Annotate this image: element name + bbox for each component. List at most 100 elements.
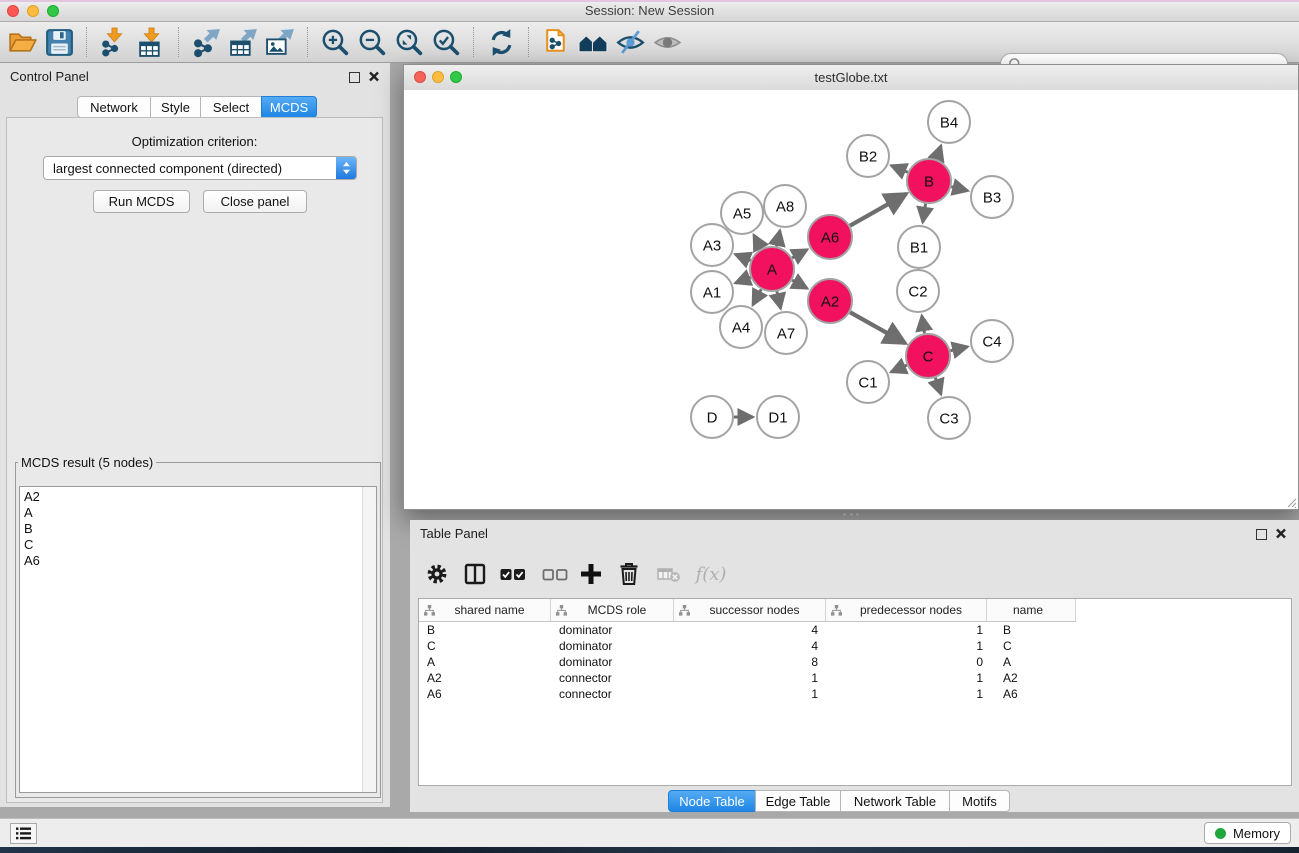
graph-node-A3[interactable]: A3: [691, 224, 733, 266]
graph-edge-B-B1[interactable]: [923, 204, 926, 223]
graph-node-B2[interactable]: B2: [847, 135, 889, 177]
select-all-checks-icon[interactable]: [498, 559, 528, 589]
graph-node-A7[interactable]: A7: [765, 312, 807, 354]
graph-edge-A6-B[interactable]: [850, 194, 906, 226]
graph-edge-B-B2[interactable]: [891, 165, 908, 172]
graph-edge-A-A4[interactable]: [753, 289, 761, 305]
graph-node-C[interactable]: C: [906, 334, 950, 378]
column-header-predecessor-nodes[interactable]: predecessor nodes: [826, 599, 987, 621]
graph-node-A2[interactable]: A2: [808, 279, 852, 323]
graph-edge-C-C4[interactable]: [950, 347, 967, 351]
list-scrollbar[interactable]: [362, 487, 376, 792]
table-row[interactable]: A6connector11A6: [419, 686, 1291, 702]
zoom-in-icon[interactable]: [319, 25, 352, 59]
table-row[interactable]: A2connector11A2: [419, 670, 1291, 686]
network-canvas[interactable]: B4 B2 B B3 A5A8A6 B1 A3 A C2 A1 A2 A4A7 C4 C C1 C3 D D1: [404, 90, 1298, 509]
table-row[interactable]: Cdominator41C: [419, 638, 1291, 654]
task-history-button[interactable]: [10, 823, 37, 844]
graph-edge-A-A1[interactable]: [735, 277, 750, 283]
graph-edge-C-C1[interactable]: [891, 365, 907, 372]
close-table-panel-icon[interactable]: [1275, 527, 1287, 540]
graph-node-B1[interactable]: B1: [898, 226, 940, 268]
graph-node-A[interactable]: A: [750, 247, 794, 291]
graph-edge-A2-C[interactable]: [850, 312, 905, 343]
graph-node-C1[interactable]: C1: [847, 361, 889, 403]
tab-node-table[interactable]: Node Table: [668, 790, 756, 812]
graph-edge-A-A3[interactable]: [735, 254, 750, 260]
import-table-icon[interactable]: [135, 25, 168, 59]
tab-style[interactable]: Style: [150, 96, 201, 118]
table-row[interactable]: Bdominator41B: [419, 622, 1291, 638]
network-graph[interactable]: B4 B2 B B3 A5A8A6 B1 A3 A C2 A1 A2 A4A7 C4 C C1 C3 D D1: [404, 90, 1298, 509]
add-plus-icon[interactable]: [576, 559, 606, 589]
run-mcds-button[interactable]: Run MCDS: [93, 190, 190, 213]
toolbar-separator: [473, 27, 475, 57]
mcds-result-list[interactable]: A2ABCA6: [19, 486, 377, 793]
tab-motifs[interactable]: Motifs: [949, 790, 1010, 812]
splitter-handle[interactable]: [843, 513, 859, 517]
zoom-out-icon[interactable]: [356, 25, 389, 59]
graph-edge-A-A5[interactable]: [754, 235, 761, 249]
trash-icon[interactable]: [614, 559, 644, 589]
float-panel-icon[interactable]: [349, 72, 360, 83]
graph-node-A1[interactable]: A1: [691, 271, 733, 313]
column-header-MCDS-role[interactable]: MCDS role: [551, 599, 674, 621]
float-table-panel-icon[interactable]: [1256, 529, 1267, 540]
zoom-fit-icon[interactable]: [393, 25, 426, 59]
save-floppy-icon[interactable]: [43, 25, 76, 59]
export-table-icon[interactable]: [227, 25, 260, 59]
optimization-dropdown[interactable]: largest connected component (directed): [43, 156, 357, 180]
graph-node-B3[interactable]: B3: [971, 176, 1013, 218]
graph-edge-C-C3[interactable]: [935, 378, 941, 395]
mcds-result-item[interactable]: C: [20, 537, 362, 553]
export-image-icon[interactable]: [264, 25, 297, 59]
column-header-name[interactable]: name: [987, 599, 1076, 621]
graph-edge-A-A6[interactable]: [792, 250, 807, 258]
tab-network-table[interactable]: Network Table: [840, 790, 950, 812]
tab-edge-table[interactable]: Edge Table: [755, 790, 841, 812]
open-folder-icon[interactable]: [6, 25, 39, 59]
memory-button[interactable]: Memory: [1204, 822, 1291, 844]
column-header-shared-name[interactable]: shared name: [419, 599, 551, 621]
graph-edge-C-C2[interactable]: [922, 316, 925, 334]
refresh-icon[interactable]: [485, 25, 518, 59]
mcds-result-item[interactable]: A6: [20, 553, 362, 569]
mcds-result-item[interactable]: A2: [20, 489, 362, 505]
close-panel-icon[interactable]: [368, 70, 380, 83]
gear-icon[interactable]: [422, 559, 452, 589]
eye-icon[interactable]: [651, 25, 684, 59]
close-panel-button[interactable]: Close panel: [203, 190, 307, 213]
import-network-icon[interactable]: [98, 25, 131, 59]
graph-edge-A-A8[interactable]: [777, 230, 780, 246]
mcds-result-item[interactable]: B: [20, 521, 362, 537]
graph-edge-B-B4[interactable]: [936, 146, 941, 160]
graph-node-C3[interactable]: C3: [928, 397, 970, 439]
tab-network[interactable]: Network: [77, 96, 151, 118]
graph-node-C4[interactable]: C4: [971, 320, 1013, 362]
graph-node-B4[interactable]: B4: [928, 101, 970, 143]
zoom-selected-icon[interactable]: [430, 25, 463, 59]
tab-mcds[interactable]: MCDS: [261, 96, 317, 118]
graph-node-A8[interactable]: A8: [764, 185, 806, 227]
graph-node-D1[interactable]: D1: [757, 396, 799, 438]
graph-node-C2[interactable]: C2: [897, 270, 939, 312]
eye-slash-icon[interactable]: [614, 25, 647, 59]
column-header-successor-nodes[interactable]: successor nodes: [674, 599, 826, 621]
deselect-all-boxes-icon[interactable]: [540, 559, 570, 589]
graph-node-A5[interactable]: A5: [721, 192, 763, 234]
graph-node-D[interactable]: D: [691, 396, 733, 438]
resize-grip-icon[interactable]: [1285, 496, 1297, 508]
graph-edge-A-A2[interactable]: [792, 280, 807, 288]
graph-edge-A-A7[interactable]: [777, 291, 781, 308]
graph-edge-B-B3[interactable]: [951, 187, 967, 191]
tab-select[interactable]: Select: [200, 96, 262, 118]
export-network-icon[interactable]: [190, 25, 223, 59]
columns-icon[interactable]: [460, 559, 490, 589]
table-row[interactable]: Adominator80A: [419, 654, 1291, 670]
document-share-icon[interactable]: [540, 25, 573, 59]
mcds-result-item[interactable]: A: [20, 505, 362, 521]
houses-icon[interactable]: [577, 25, 610, 59]
graph-node-B[interactable]: B: [907, 159, 951, 203]
graph-node-A4[interactable]: A4: [720, 306, 762, 348]
graph-node-A6[interactable]: A6: [808, 215, 852, 259]
